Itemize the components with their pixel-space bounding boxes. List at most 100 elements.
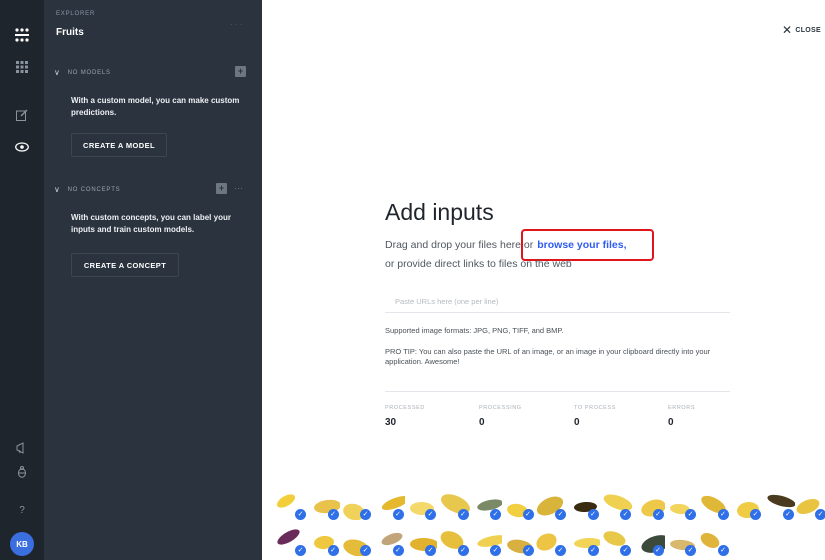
input-thumbnail[interactable]: ✓ <box>403 522 437 556</box>
concepts-more-icon[interactable]: ··· <box>234 183 243 193</box>
input-thumbnail[interactable]: ✓ <box>501 522 535 556</box>
input-thumbnail[interactable]: ✓ <box>663 486 697 520</box>
megaphone-icon[interactable] <box>11 437 33 459</box>
workspace-name[interactable]: Fruits <box>56 27 84 38</box>
close-button[interactable]: ✕ CLOSE <box>782 23 821 37</box>
input-thumbnail[interactable]: ✓ <box>631 522 665 556</box>
avatar[interactable]: KB <box>10 532 34 556</box>
concepts-section-header[interactable]: ∨ NO CONCEPTS <box>54 185 120 194</box>
input-thumbnail[interactable]: ✓ <box>468 486 502 520</box>
stat-processing: PROCESSING 0 <box>479 405 522 428</box>
apps-grid-icon[interactable] <box>11 56 33 78</box>
checkmark-icon: ✓ <box>815 509 825 520</box>
checkmark-icon: ✓ <box>620 509 631 520</box>
input-thumbnail[interactable]: ✓ <box>338 486 372 520</box>
checkmark-icon: ✓ <box>327 509 339 520</box>
input-thumbnail[interactable]: ✓ <box>273 486 307 520</box>
checkmark-icon: ✓ <box>490 509 501 520</box>
input-thumbnail[interactable]: ✓ <box>306 486 340 520</box>
chevron-down-icon: ∨ <box>54 185 61 194</box>
logo-icon[interactable] <box>11 24 33 46</box>
input-thumbnail[interactable]: ✓ <box>793 486 825 520</box>
concepts-description: With custom concepts, you can label your… <box>71 213 231 234</box>
direct-links-text: or provide direct links to files on the … <box>385 258 572 270</box>
checkmark-icon: ✓ <box>392 509 404 520</box>
input-thumbnail[interactable]: ✓ <box>533 522 567 556</box>
supported-formats-text: Supported image formats: JPG, PNG, TIFF,… <box>385 326 564 335</box>
input-thumbnail[interactable]: ✓ <box>696 522 730 556</box>
stat-label: PROCESSED <box>385 405 425 411</box>
checkmark-icon: ✓ <box>587 509 599 520</box>
banana-image <box>765 492 795 510</box>
stat-value: 30 <box>385 417 397 428</box>
stat-processed: PROCESSED 30 <box>385 405 425 428</box>
checkmark-icon: ✓ <box>425 509 436 520</box>
input-thumbnail[interactable]: ✓ <box>761 486 795 520</box>
stat-label: TO PROCESS <box>574 405 616 411</box>
input-thumbnail[interactable]: ✓ <box>468 522 502 556</box>
stat-value: 0 <box>574 417 580 428</box>
checkmark-icon: ✓ <box>652 545 664 556</box>
checkmark-icon: ✓ <box>587 545 599 556</box>
checkmark-icon: ✓ <box>685 545 696 556</box>
checkmark-icon: ✓ <box>327 545 339 556</box>
checkmark-icon: ✓ <box>490 545 501 556</box>
input-thumbnail[interactable]: ✓ <box>306 522 340 556</box>
input-thumbnail[interactable]: ✓ <box>598 486 632 520</box>
input-thumbnail[interactable]: ✓ <box>273 522 307 556</box>
stat-value: 0 <box>668 417 674 428</box>
checkmark-icon: ✓ <box>750 509 761 520</box>
add-concept-icon[interactable]: + <box>216 183 227 194</box>
edit-icon[interactable] <box>11 104 33 126</box>
input-thumbnail[interactable]: ✓ <box>533 486 567 520</box>
help-icon[interactable]: ? <box>11 499 33 521</box>
input-thumbnail[interactable]: ✓ <box>501 486 535 520</box>
input-thumbnail[interactable]: ✓ <box>696 486 730 520</box>
checkmark-icon: ✓ <box>555 545 566 556</box>
input-thumbnail[interactable]: ✓ <box>371 522 405 556</box>
checkmark-icon: ✓ <box>457 509 469 520</box>
models-description: With a custom model, you can make custom… <box>71 96 240 117</box>
input-thumbnail[interactable]: ✓ <box>598 522 632 556</box>
create-model-button[interactable]: CREATE A MODEL <box>71 133 167 157</box>
add-model-icon[interactable]: + <box>235 66 246 77</box>
checkmark-icon: ✓ <box>522 545 534 556</box>
banana-image <box>274 491 298 511</box>
checkmark-icon: ✓ <box>522 509 534 520</box>
sidebar-panel: EXPLORER Fruits · · · ∨ NO MODELS + With… <box>44 0 262 560</box>
checkmark-icon: ✓ <box>457 545 469 556</box>
input-thumbnail[interactable]: ✓ <box>338 522 372 556</box>
input-thumbnail[interactable]: ✓ <box>728 486 762 520</box>
checkmark-icon: ✓ <box>425 545 436 556</box>
create-concept-button[interactable]: CREATE A CONCEPT <box>71 253 179 277</box>
checkmark-icon: ✓ <box>685 509 696 520</box>
input-thumbnail[interactable]: ✓ <box>663 522 697 556</box>
bug-icon[interactable] <box>11 461 33 483</box>
checkmark-icon: ✓ <box>295 509 306 520</box>
workspace-menu-dots[interactable]: · · · <box>230 20 242 29</box>
input-thumbnail[interactable]: ✓ <box>371 486 405 520</box>
stat-to-process: TO PROCESS 0 <box>574 405 616 428</box>
divider <box>385 391 730 392</box>
models-section-header[interactable]: ∨ NO MODELS <box>54 68 111 77</box>
pro-tip-text: PRO TIP: You can also paste the URL of a… <box>385 347 711 366</box>
models-heading: NO MODELS <box>67 69 111 76</box>
input-thumbnail[interactable]: ✓ <box>566 522 600 556</box>
input-thumbnail[interactable]: ✓ <box>436 522 470 556</box>
stat-value: 0 <box>479 417 485 428</box>
drag-drop-text: Drag and drop your files here or <box>385 239 534 251</box>
icon-rail: ? KB <box>0 0 44 560</box>
input-thumbnail[interactable]: ✓ <box>436 486 470 520</box>
close-label: CLOSE <box>795 26 821 34</box>
chevron-down-icon: ∨ <box>54 68 61 77</box>
url-input[interactable] <box>385 291 730 313</box>
input-thumbnail[interactable]: ✓ <box>403 486 437 520</box>
page-title: Add inputs <box>385 199 494 225</box>
checkmark-icon: ✓ <box>392 545 404 556</box>
eye-icon[interactable] <box>11 136 33 158</box>
input-thumbnail[interactable]: ✓ <box>566 486 600 520</box>
input-thumbnail[interactable]: ✓ <box>631 486 665 520</box>
browse-link-highlight <box>521 229 654 261</box>
close-icon: ✕ <box>782 23 793 37</box>
checkmark-icon: ✓ <box>717 509 729 520</box>
